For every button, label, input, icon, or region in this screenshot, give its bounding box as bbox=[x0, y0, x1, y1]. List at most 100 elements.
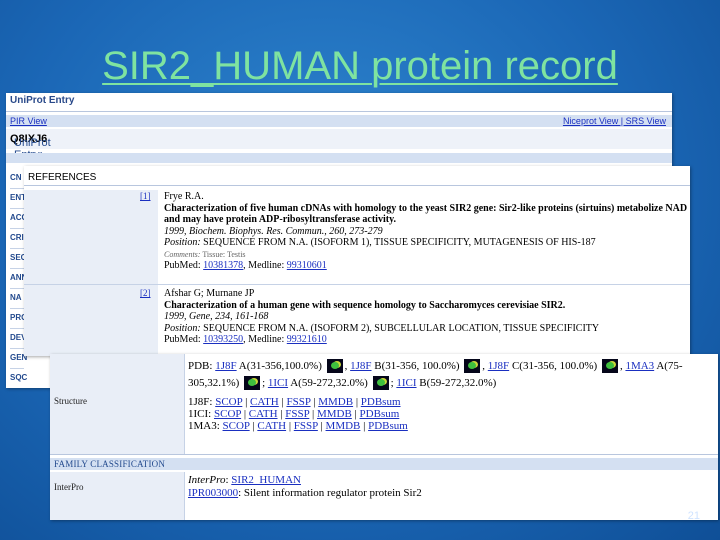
reference-1-citation: 1999, Biochem. Biophys. Res. Commun., 26… bbox=[164, 225, 383, 237]
structure-id: 1MA3: bbox=[188, 420, 223, 432]
section-tab[interactable]: SEC bbox=[10, 249, 26, 269]
structure-db-link[interactable]: CATH bbox=[257, 420, 286, 432]
reference-2-pubmed-link[interactable]: 10393250 bbox=[203, 334, 243, 345]
reference-divider bbox=[24, 284, 690, 285]
reference-2-authors: Afshar G; Murnane JP bbox=[164, 288, 255, 299]
pdb-link[interactable]: 1MA3 bbox=[625, 360, 654, 372]
alt-views-link[interactable]: Niceprot View | SRS View bbox=[563, 116, 666, 126]
section-tab[interactable]: SQC bbox=[10, 369, 27, 388]
structure-db-link[interactable]: PDBsum bbox=[361, 396, 401, 408]
structure-db-link[interactable]: MMDB bbox=[317, 408, 352, 420]
section-tab[interactable]: ANN bbox=[10, 269, 27, 289]
structure-panel: Structure PDB: 1J8F A(31-356,100.0%) , 1… bbox=[50, 354, 718, 520]
references-panel: REFERENCES [1] Frye R.A. Characterizatio… bbox=[24, 166, 690, 356]
structure-db-link[interactable]: SCOP bbox=[223, 420, 250, 432]
structure-db-link[interactable]: CATH bbox=[249, 408, 278, 420]
pdb-text: C(31-356, 100.0%) bbox=[509, 360, 600, 372]
reference-1-medline-link[interactable]: 99310601 bbox=[287, 260, 327, 271]
pdb-line-1: PDB: 1J8F A(31-356,100.0%) , 1J8F B(31-3… bbox=[188, 358, 714, 375]
structure-db-link[interactable]: FSSP bbox=[285, 408, 309, 420]
section-tab[interactable]: NA bbox=[10, 289, 24, 309]
structure-thumbnail-icon[interactable] bbox=[326, 359, 343, 374]
pdb-text: B(59-272,32.0%) bbox=[416, 377, 497, 389]
pdb-text: PDB: bbox=[188, 360, 216, 372]
entry-accession-row: UniProt Entry: Q8IXJ6 bbox=[6, 129, 672, 161]
family-label: InterPro bbox=[54, 482, 84, 492]
structure-db-link[interactable]: SCOP bbox=[214, 408, 241, 420]
structure-db-rows: 1J8F: SCOP | CATH | FSSP | MMDB | PDBsum… bbox=[188, 396, 714, 432]
structure-thumbnail-icon[interactable] bbox=[372, 376, 389, 391]
structure-label: Structure bbox=[54, 396, 87, 406]
structure-db-row: 1MA3: SCOP | CATH | FSSP | MMDB | PDBsum bbox=[188, 420, 408, 432]
reference-1-title: Characterization of five human cDNAs wit… bbox=[164, 202, 688, 226]
reference-1-pubmed-link[interactable]: 10381378 bbox=[203, 260, 243, 271]
slide-number: 21 bbox=[687, 510, 700, 522]
reference-2-pubmed-label: PubMed: bbox=[164, 334, 201, 345]
pir-view-link[interactable]: PIR View bbox=[10, 116, 47, 126]
structure-db-link[interactable]: MMDB bbox=[326, 420, 361, 432]
section-tab[interactable]: PRO bbox=[10, 309, 27, 329]
reference-1-medline-label: Medline: bbox=[248, 260, 285, 271]
pdb-link[interactable]: 1J8F bbox=[215, 360, 236, 372]
pdb-text: A(59-272,32.0%) bbox=[288, 377, 371, 389]
section-tab[interactable]: CN bbox=[10, 169, 24, 189]
family-header-bar: FAMILY CLASSIFICATION bbox=[50, 458, 718, 470]
structure-id: 1ICI: bbox=[188, 408, 214, 420]
pdb-link[interactable]: 1ICI bbox=[268, 377, 288, 389]
reference-1-comment-label: Comments: bbox=[164, 249, 201, 259]
slide-title: SIR2_HUMAN protein record bbox=[102, 44, 618, 88]
reference-2-citation: 1999, Gene, 234, 161-168 bbox=[164, 311, 269, 322]
reference-2-number[interactable]: [2] bbox=[140, 288, 151, 300]
references-left-column bbox=[24, 190, 158, 356]
structure-db-link[interactable]: PDBsum bbox=[360, 408, 400, 420]
interpro-description: : Silent information regulator protein S… bbox=[238, 487, 422, 499]
pdb-text: 305,32.1%) bbox=[188, 377, 243, 389]
section-strip bbox=[6, 153, 672, 163]
structure-thumbnail-icon[interactable] bbox=[244, 376, 261, 391]
section-tab[interactable]: ACC bbox=[10, 209, 27, 229]
reference-2-medline-link[interactable]: 99321610 bbox=[287, 334, 327, 345]
pdb-text: A(31-356,100.0%) bbox=[236, 360, 325, 372]
family-line1-label: InterPro bbox=[188, 474, 226, 486]
reference-1-position: SEQUENCE FROM N.A. (ISOFORM 1), TISSUE S… bbox=[203, 237, 596, 248]
structure-db-link[interactable]: PDBsum bbox=[368, 420, 408, 432]
pdb-link[interactable]: 1ICI bbox=[396, 377, 416, 389]
structure-thumbnail-icon[interactable] bbox=[601, 359, 618, 374]
interpro-link[interactable]: IPR003000 bbox=[188, 487, 238, 499]
section-tab[interactable]: GEN bbox=[10, 349, 27, 369]
section-tab[interactable]: ENT bbox=[10, 189, 26, 209]
structure-db-row: 1ICI: SCOP | CATH | FSSP | MMDB | PDBsum bbox=[188, 408, 400, 420]
reference-2-medline-label: Medline: bbox=[248, 334, 285, 345]
reference-1-authors: Frye R.A. bbox=[164, 191, 204, 202]
structure-db-link[interactable]: MMDB bbox=[318, 396, 353, 408]
reference-1-number[interactable]: [1] bbox=[140, 191, 151, 203]
reference-2-position: SEQUENCE FROM N.A. (ISOFORM 2), SUBCELLU… bbox=[203, 322, 600, 334]
reference-1: [1] Frye R.A. Characterization of five h… bbox=[140, 191, 688, 271]
structure-db-link[interactable]: FSSP bbox=[294, 420, 318, 432]
section-tab[interactable]: CRI bbox=[10, 229, 24, 249]
pdb-text: A(75- bbox=[654, 360, 683, 372]
pdb-link[interactable]: 1J8F bbox=[488, 360, 509, 372]
reference-1-pubmed-label: PubMed: bbox=[164, 260, 201, 271]
structure-divider bbox=[50, 454, 718, 455]
pdb-text: B(31-356, 100.0%) bbox=[371, 360, 463, 372]
family-header: FAMILY CLASSIFICATION bbox=[54, 459, 166, 469]
structure-label-column: Structure bbox=[50, 354, 185, 454]
structure-rows: PDB: 1J8F A(31-356,100.0%) , 1J8F B(31-3… bbox=[188, 358, 714, 432]
structure-db-link[interactable]: SCOP bbox=[215, 396, 242, 408]
reference-1-position-label: Position: bbox=[164, 237, 201, 248]
reference-2-position-label: Position: bbox=[164, 322, 201, 334]
pdb-link[interactable]: 1J8F bbox=[350, 360, 371, 372]
structure-id: 1J8F: bbox=[188, 396, 216, 408]
section-tab[interactable]: DEV bbox=[10, 329, 26, 349]
structure-db-link[interactable]: CATH bbox=[250, 396, 279, 408]
family-label-column: InterPro bbox=[50, 472, 185, 520]
uniprot-entry-header: UniProt Entry bbox=[6, 93, 672, 112]
reference-2-title: Characterization of a human gene with se… bbox=[164, 299, 566, 311]
structure-thumbnail-icon[interactable] bbox=[464, 359, 481, 374]
view-bar: PIR View Niceprot View | SRS View bbox=[6, 115, 672, 127]
references-header: REFERENCES bbox=[24, 166, 690, 186]
family-rows: InterPro: SIR2_HUMAN IPR003000: Silent i… bbox=[188, 474, 422, 499]
structure-db-link[interactable]: FSSP bbox=[286, 396, 310, 408]
family-line1-link[interactable]: SIR2_HUMAN bbox=[231, 474, 301, 486]
